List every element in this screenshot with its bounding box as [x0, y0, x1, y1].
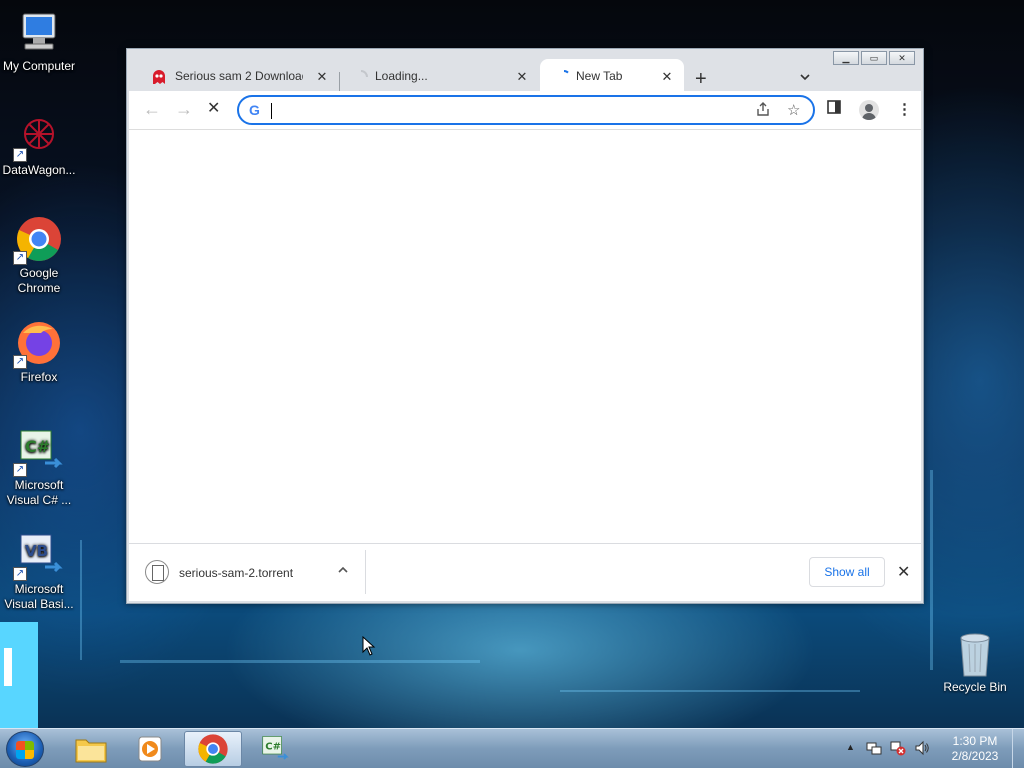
page-content	[129, 129, 921, 543]
desktop-icon-recycle-bin[interactable]: Recycle Bin	[938, 630, 1012, 694]
loading-spinner-icon	[556, 69, 572, 88]
chrome-icon: ↗	[13, 215, 63, 265]
tab-close-icon[interactable]: ✕	[515, 69, 529, 85]
desktop-icon-label: Recycle Bin	[943, 680, 1007, 694]
wallpaper-streak	[80, 540, 82, 660]
visual-csharp-icon: C#	[262, 736, 289, 760]
desktop-icon-label: Microsoft Visual C# ...	[6, 478, 72, 507]
chrome-icon	[198, 734, 228, 764]
taskbar-app-google-chrome[interactable]	[184, 731, 242, 767]
wallpaper-streak	[930, 470, 933, 670]
svg-text:C#: C#	[25, 437, 50, 456]
close-downloads-icon[interactable]: ✕	[897, 562, 910, 582]
desktop-icon-label: Google Chrome	[17, 266, 61, 295]
chevron-up-icon[interactable]	[337, 564, 349, 579]
svg-text:C#: C#	[265, 742, 281, 753]
tab-strip: Serious sam 2 Download ✕ Loading... ✕ Ne…	[127, 57, 923, 93]
tab-search-chevron-icon[interactable]	[799, 71, 811, 86]
system-clock[interactable]: 1:30 PM 2/8/2023	[940, 734, 1010, 764]
desktop-icon-my-computer[interactable]: My Computer	[0, 8, 78, 74]
tab-new-tab[interactable]: New Tab ✕	[540, 59, 684, 93]
tab-title: Loading...	[375, 69, 428, 83]
datawagon-icon: ↗	[13, 112, 63, 162]
taskbar-app-media-player[interactable]	[122, 731, 180, 767]
clock-time: 1:30 PM	[952, 734, 998, 748]
computer-icon	[15, 8, 63, 56]
taskbar-app-visual-csharp[interactable]: C#	[246, 731, 304, 767]
text-cursor	[271, 103, 272, 119]
desktop-icon-label: Microsoft Visual Basi...	[4, 582, 74, 611]
desktop-icon-label: My Computer	[2, 59, 76, 73]
clock-date: 2/8/2023	[951, 749, 999, 763]
stop-loading-icon[interactable]: ✕	[207, 99, 220, 119]
browser-toolbar: ← → ✕ G ☆ ⋮	[129, 91, 921, 129]
bookmark-star-icon[interactable]: ☆	[787, 101, 800, 119]
ghost-favicon	[151, 69, 167, 88]
windows-logo-icon	[16, 741, 34, 759]
more-menu-icon[interactable]: ⋮	[897, 100, 912, 118]
volume-icon[interactable]	[914, 740, 930, 759]
desktop-icon-label: Firefox	[20, 370, 58, 384]
folder-icon	[75, 739, 107, 763]
taskbar-app-file-explorer[interactable]	[62, 731, 120, 767]
downloads-bar: serious-sam-2.torrent Show all ✕	[129, 543, 921, 601]
chrome-window: ▁ ▭ ✕ Serious sam 2 Download ✕ Loading..…	[126, 48, 924, 604]
tab-loading[interactable]: Loading... ✕	[339, 59, 539, 93]
desktop-icon-label: DataWagon...	[2, 163, 76, 177]
tab-serious-sam[interactable]: Serious sam 2 Download ✕	[129, 59, 339, 93]
google-g-icon: G	[249, 102, 260, 118]
file-icon	[145, 560, 169, 584]
divider	[365, 550, 366, 594]
mouse-pointer-icon	[362, 635, 376, 656]
download-filename[interactable]: serious-sam-2.torrent	[179, 566, 293, 580]
new-tab-button[interactable]: +	[695, 69, 707, 89]
network-error-icon[interactable]	[890, 740, 906, 759]
show-desktop-button[interactable]	[1012, 729, 1024, 768]
side-panel-icon[interactable]	[827, 100, 841, 118]
wallpaper-streak	[120, 660, 480, 663]
show-hidden-icons-icon[interactable]: ▲	[846, 742, 855, 752]
visual-basic-icon: VB ↗	[13, 531, 63, 581]
tab-title: New Tab	[576, 69, 623, 83]
profile-avatar-icon[interactable]	[859, 100, 879, 120]
recycle-bin-icon	[955, 630, 995, 678]
svg-text:VB: VB	[25, 542, 48, 560]
desktop-icon-google-chrome[interactable]: ↗ Google Chrome	[0, 215, 78, 296]
address-bar[interactable]: G ☆	[237, 95, 815, 125]
tab-close-icon[interactable]: ✕	[315, 69, 329, 85]
desktop-icon-datawagon[interactable]: ↗ DataWagon...	[0, 112, 78, 178]
action-center-icon[interactable]	[866, 740, 882, 759]
forward-arrow-icon[interactable]: →	[175, 99, 193, 119]
media-player-icon	[138, 736, 162, 762]
desktop-icon-visual-csharp[interactable]: C# ↗ Microsoft Visual C# ...	[0, 427, 78, 508]
loading-spinner-icon	[353, 69, 369, 88]
wallpaper-light-block	[0, 622, 38, 728]
firefox-icon: ↗	[13, 319, 63, 369]
desktop-icon-firefox[interactable]: ↗ Firefox	[0, 319, 78, 385]
visual-csharp-icon: C# ↗	[13, 427, 63, 477]
taskbar: C# ▲ 1:30 PM 2/8/2023	[0, 728, 1024, 768]
tab-title: Serious sam 2 Download	[175, 69, 303, 83]
desktop-icon-visual-basic[interactable]: VB ↗ Microsoft Visual Basi...	[0, 531, 78, 612]
back-arrow-icon[interactable]: ←	[143, 99, 161, 119]
start-button[interactable]	[6, 731, 44, 767]
wallpaper-streak	[560, 690, 860, 692]
tab-close-icon[interactable]: ✕	[660, 69, 674, 85]
show-all-button[interactable]: Show all	[809, 557, 885, 587]
share-icon[interactable]	[755, 101, 771, 121]
